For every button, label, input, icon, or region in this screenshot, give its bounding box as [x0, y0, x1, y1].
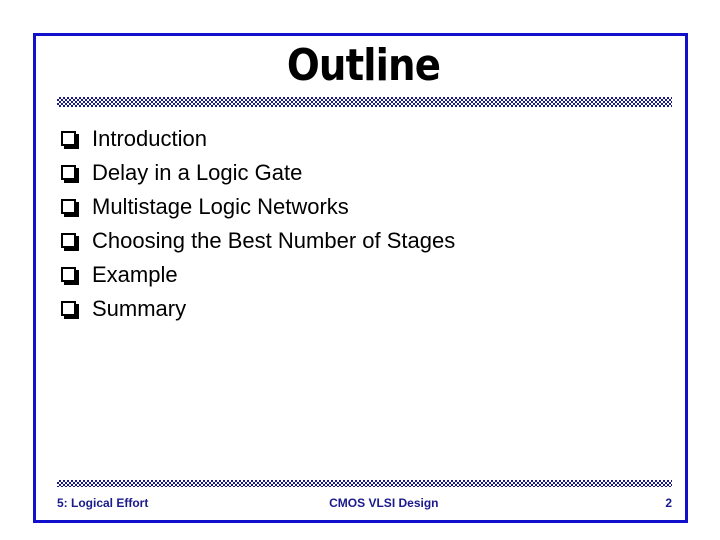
- square-bullet-icon: [61, 199, 76, 214]
- list-item[interactable]: Choosing the Best Number of Stages: [57, 224, 672, 258]
- square-bullet-icon: [61, 131, 76, 146]
- page-title: Outline: [286, 40, 441, 91]
- outline-bullet-list: Introduction Delay in a Logic Gate Multi…: [57, 122, 672, 326]
- square-bullet-icon: [61, 165, 76, 180]
- footer-divider-checkered: [57, 480, 672, 487]
- list-item[interactable]: Delay in a Logic Gate: [57, 156, 672, 190]
- slide-footer: 5: Logical Effort CMOS VLSI Design 2: [57, 494, 672, 512]
- slide-canvas: Outline Introduction Delay in a Logic Ga…: [0, 0, 720, 540]
- list-item-label: Introduction: [92, 126, 207, 151]
- square-bullet-icon: [61, 267, 76, 282]
- list-item-label: Summary: [92, 296, 187, 321]
- list-item[interactable]: Example: [57, 258, 672, 292]
- footer-page-number: 2: [665, 496, 672, 510]
- title-divider-checkered: [57, 97, 672, 107]
- list-item[interactable]: Summary: [57, 292, 672, 326]
- footer-chapter-label: 5: Logical Effort: [57, 496, 149, 510]
- list-item[interactable]: Introduction: [57, 122, 672, 156]
- list-item-label: Delay in a Logic Gate: [92, 160, 303, 185]
- list-item-label: Example: [92, 262, 178, 287]
- list-item-label: Multistage Logic Networks: [92, 194, 349, 219]
- footer-book-title: CMOS VLSI Design: [329, 496, 439, 510]
- square-bullet-icon: [61, 301, 76, 316]
- list-item[interactable]: Multistage Logic Networks: [57, 190, 672, 224]
- list-item-label: Choosing the Best Number of Stages: [92, 228, 456, 253]
- square-bullet-icon: [61, 233, 76, 248]
